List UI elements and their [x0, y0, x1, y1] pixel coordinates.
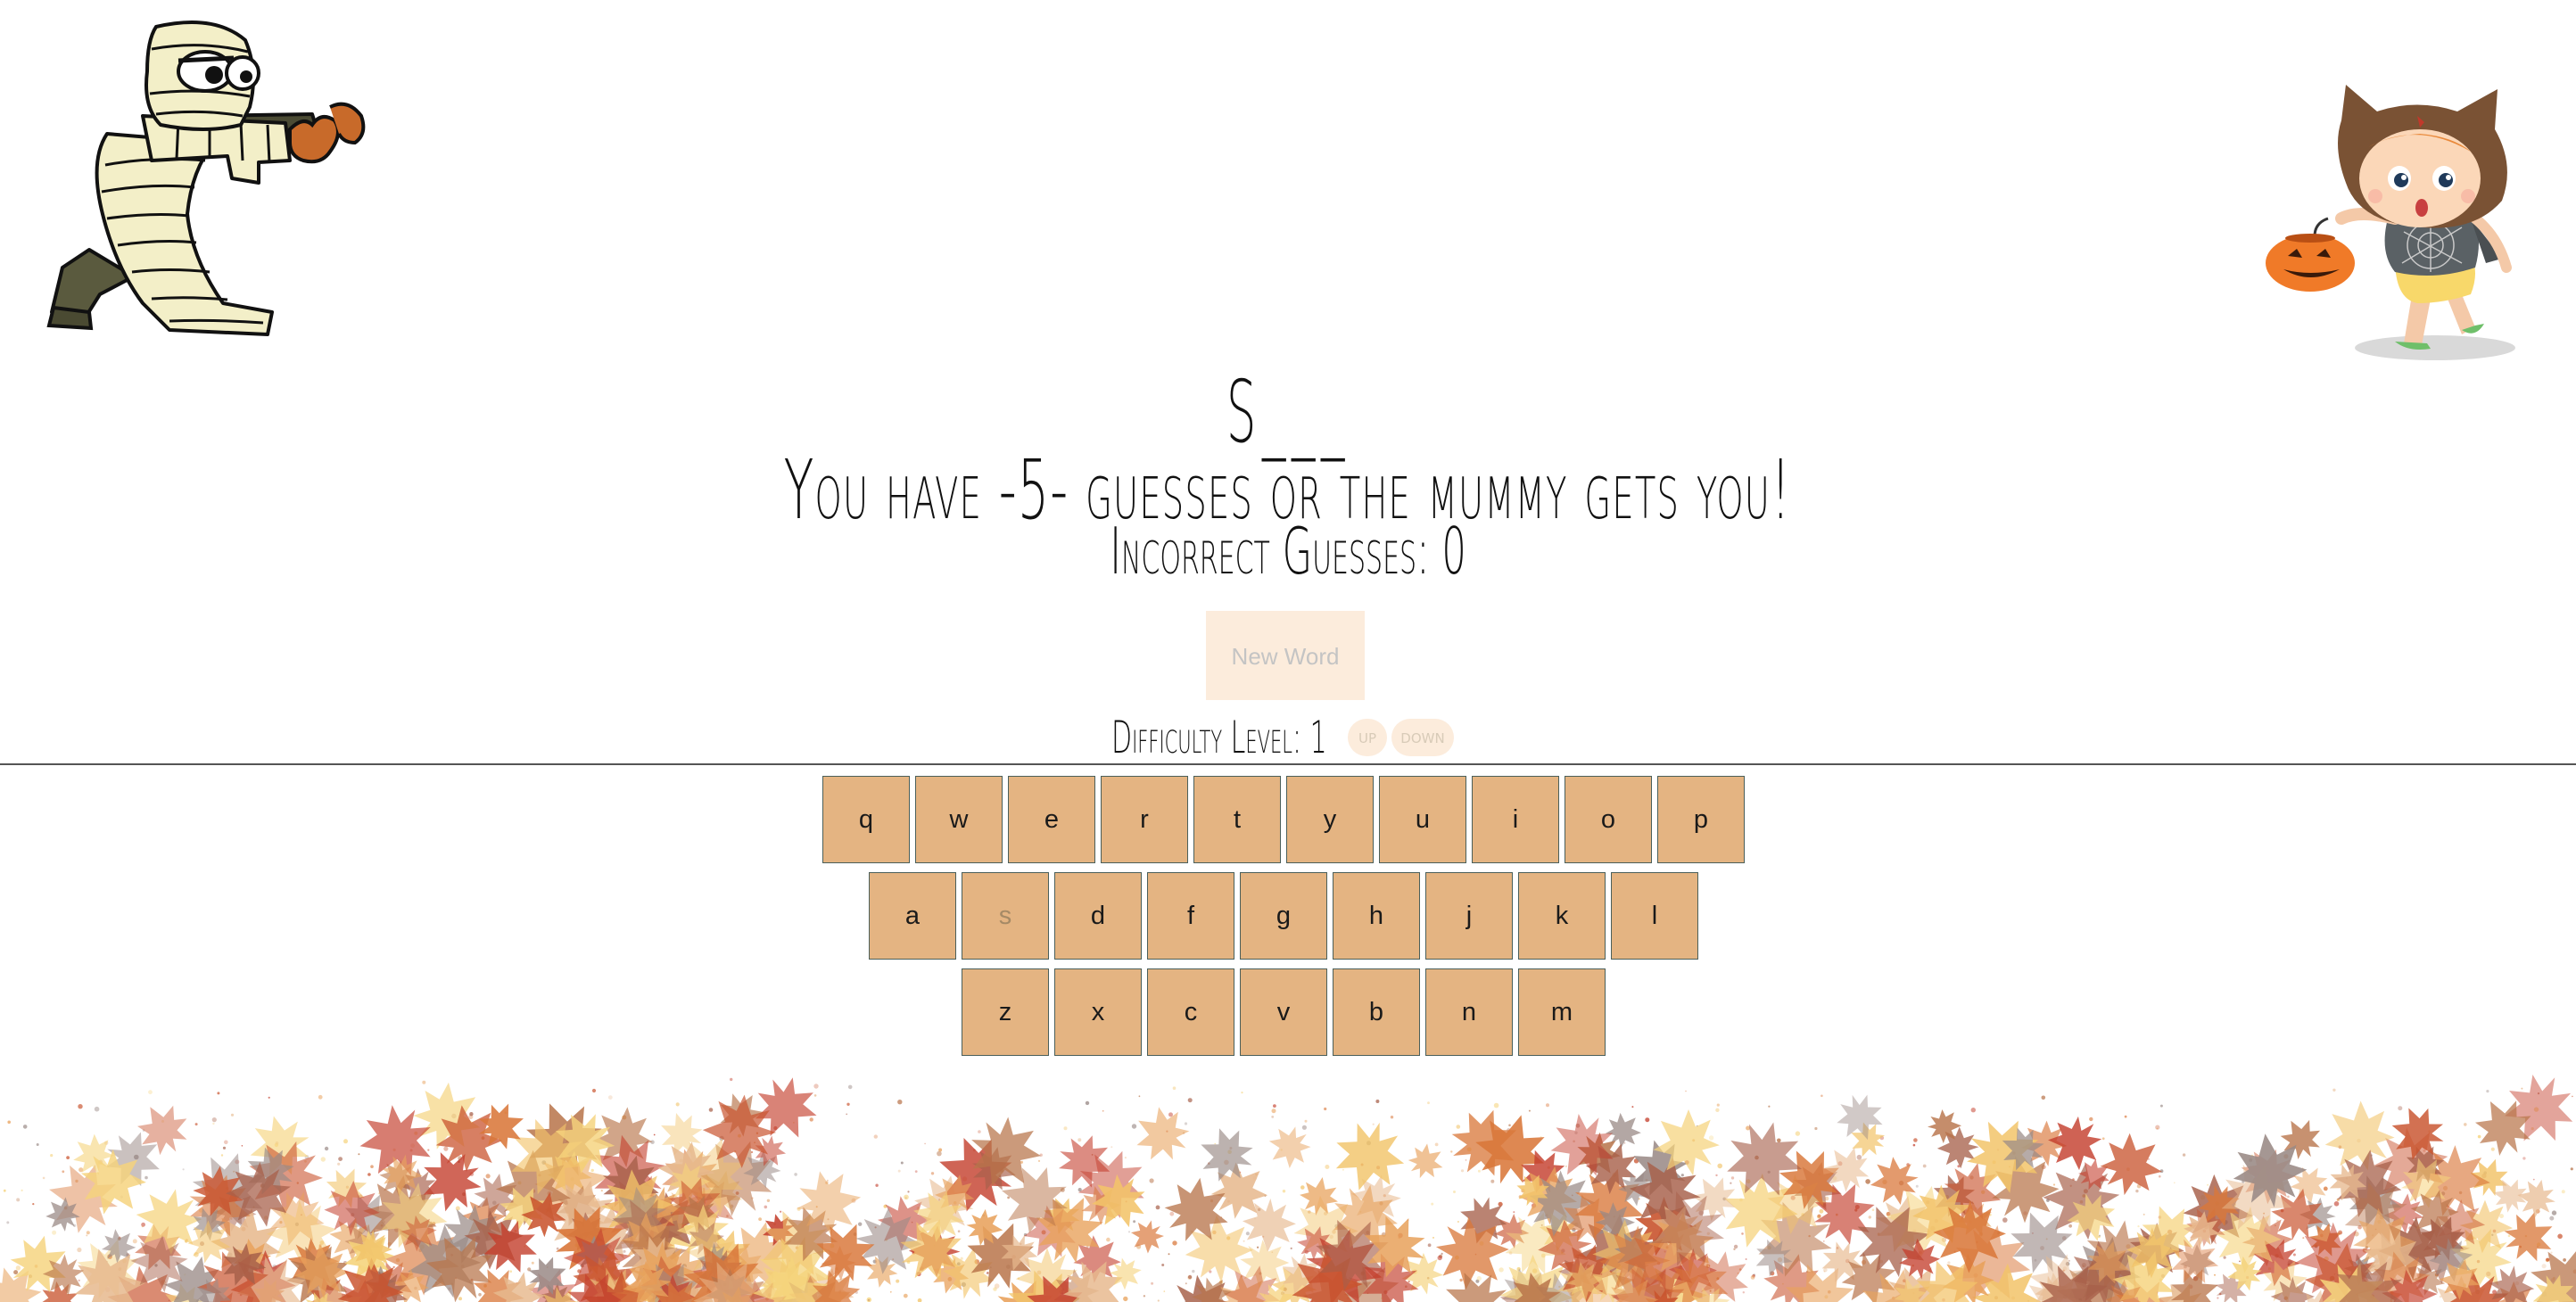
autumn-leaves	[0, 1075, 2576, 1302]
key-c[interactable]: c	[1147, 968, 1234, 1056]
key-i[interactable]: i	[1472, 776, 1559, 863]
key-r[interactable]: r	[1101, 776, 1188, 863]
key-b[interactable]: b	[1333, 968, 1420, 1056]
key-k[interactable]: k	[1518, 872, 1606, 960]
key-z[interactable]: z	[962, 968, 1049, 1056]
key-p[interactable]: p	[1657, 776, 1745, 863]
key-w[interactable]: w	[915, 776, 1003, 863]
key-a[interactable]: a	[869, 872, 956, 960]
key-q[interactable]: q	[822, 776, 910, 863]
key-e[interactable]: e	[1008, 776, 1095, 863]
key-m[interactable]: m	[1518, 968, 1606, 1056]
key-t[interactable]: t	[1193, 776, 1281, 863]
key-l[interactable]: l	[1611, 872, 1698, 960]
key-o[interactable]: o	[1565, 776, 1652, 863]
key-f[interactable]: f	[1147, 872, 1234, 960]
difficulty-up-button[interactable]: up	[1348, 719, 1387, 756]
key-u[interactable]: u	[1379, 776, 1466, 863]
divider-line	[0, 763, 2576, 765]
key-n[interactable]: n	[1425, 968, 1513, 1056]
key-j[interactable]: j	[1425, 872, 1513, 960]
key-h[interactable]: h	[1333, 872, 1420, 960]
incorrect-row: Incorrect Guesses: 0	[0, 515, 2576, 587]
key-d[interactable]: d	[1054, 872, 1142, 960]
key-x[interactable]: x	[1054, 968, 1142, 1056]
key-g[interactable]: g	[1240, 872, 1327, 960]
key-y[interactable]: y	[1286, 776, 1374, 863]
new-word-button[interactable]: New Word	[1206, 611, 1365, 700]
key-v[interactable]: v	[1240, 968, 1327, 1056]
mummy-icon	[46, 21, 366, 336]
difficulty-level-label: Difficulty Level: 1	[1111, 712, 1327, 763]
game-stage: S___ You have -5- guesses or the mummy g…	[0, 0, 2576, 1302]
key-s[interactable]: s	[962, 872, 1049, 960]
cat-costume-kid-icon	[2266, 85, 2515, 360]
incorrect-guesses-counter: Incorrect Guesses: 0	[1110, 514, 1466, 589]
difficulty-down-button[interactable]: down	[1391, 719, 1454, 756]
difficulty-row: Difficulty Level: 1 up down	[1111, 712, 1454, 763]
